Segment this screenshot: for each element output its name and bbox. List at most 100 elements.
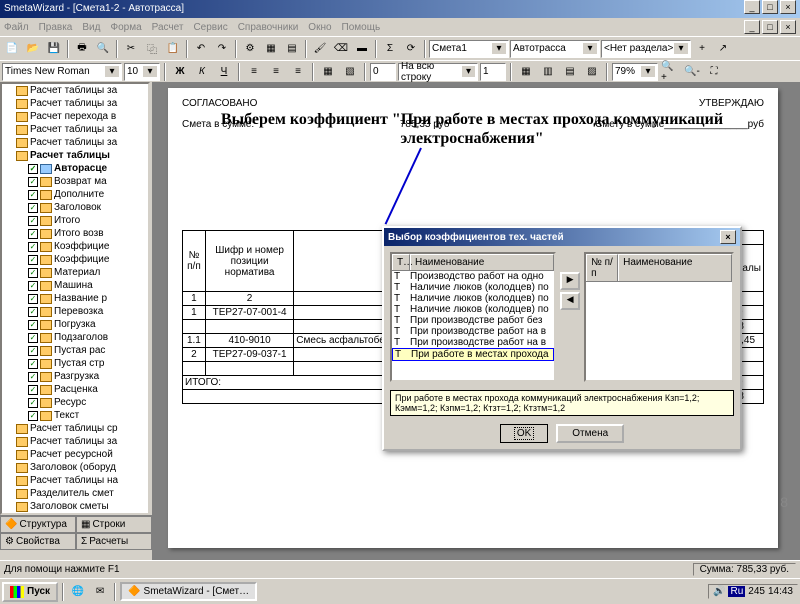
tree-item[interactable]: ✓Итого bbox=[2, 214, 148, 227]
add-icon[interactable]: + bbox=[692, 39, 712, 59]
tree-item[interactable]: ✓Пустая стр bbox=[2, 357, 148, 370]
tree-item[interactable]: ✓Пустая рас bbox=[2, 344, 148, 357]
menu-refs[interactable]: Справочники bbox=[238, 22, 299, 33]
menu-service[interactable]: Сервис bbox=[193, 22, 227, 33]
list-item[interactable]: ТНаличие люков (колодцев) по bbox=[392, 293, 554, 304]
menu-file[interactable]: Файл bbox=[4, 22, 29, 33]
paste-icon[interactable]: 📋 bbox=[163, 39, 183, 59]
menu-edit[interactable]: Правка bbox=[39, 22, 73, 33]
mdi-close-button[interactable]: × bbox=[780, 20, 796, 34]
zoom-combo[interactable]: 79%▾ bbox=[612, 63, 658, 81]
list-item[interactable]: ТПри производстве работ на в bbox=[392, 326, 554, 337]
new-icon[interactable]: 📄 bbox=[2, 39, 22, 59]
tree-item[interactable]: Расчет таблицы за bbox=[2, 435, 148, 448]
start-button[interactable]: Пуск bbox=[2, 582, 58, 602]
dialog-close-icon[interactable]: × bbox=[720, 230, 736, 244]
smeta-combo[interactable]: Смета1▾ bbox=[429, 40, 509, 58]
list-item[interactable]: ТНаличие люков (колодцев) по bbox=[392, 282, 554, 293]
tree-item[interactable]: ✓Коэффицие bbox=[2, 240, 148, 253]
list-item[interactable]: ТПри производстве работ на в bbox=[392, 337, 554, 348]
tray-clock[interactable]: 14:43 bbox=[768, 586, 793, 597]
tree-item[interactable]: Заголовок (оборуд bbox=[2, 461, 148, 474]
tab-calcs[interactable]: ΣРасчеты bbox=[76, 533, 152, 550]
menu-view[interactable]: Вид bbox=[82, 22, 100, 33]
zoom-in-icon[interactable]: 🔍+ bbox=[660, 62, 680, 82]
tree-item[interactable]: ✓Дополните bbox=[2, 188, 148, 201]
zoom-fit-icon[interactable]: ⛶ bbox=[704, 62, 724, 82]
maximize-button[interactable]: □ bbox=[762, 0, 778, 14]
tray-icon[interactable]: 🔊 bbox=[713, 586, 725, 597]
zoom-out-icon[interactable]: 🔍- bbox=[682, 62, 702, 82]
border2-icon[interactable]: ▧ bbox=[340, 62, 360, 82]
tree-item[interactable]: ✓Ресурс bbox=[2, 396, 148, 409]
list-item[interactable]: ТПри производстве работ без bbox=[392, 315, 554, 326]
underline-icon[interactable]: Ч bbox=[214, 62, 234, 82]
tab-structure[interactable]: 🔶Структура bbox=[0, 516, 76, 533]
highlight-icon[interactable]: ▬ bbox=[352, 39, 372, 59]
tree-item[interactable]: ✓Текст bbox=[2, 409, 148, 422]
menu-window[interactable]: Окно bbox=[308, 22, 331, 33]
eraser-icon[interactable]: ⌫ bbox=[331, 39, 351, 59]
menu-calc[interactable]: Расчет bbox=[152, 22, 184, 33]
grid4-icon[interactable]: ▨ bbox=[582, 62, 602, 82]
undo-icon[interactable]: ↶ bbox=[191, 39, 211, 59]
menu-help[interactable]: Помощь bbox=[342, 22, 381, 33]
cut-icon[interactable]: ✂ bbox=[121, 39, 141, 59]
redo-icon[interactable]: ↷ bbox=[212, 39, 232, 59]
grid1-icon[interactable]: ▦ bbox=[516, 62, 536, 82]
tree-panel[interactable]: Расчет таблицы заРасчет таблицы заРасчет… bbox=[0, 82, 150, 515]
tree-item[interactable]: Расчет таблицы на bbox=[2, 474, 148, 487]
print-icon[interactable]: 🖶 bbox=[72, 39, 92, 59]
tray-lang-icon[interactable]: Ru bbox=[728, 586, 745, 597]
italic-icon[interactable]: К bbox=[192, 62, 212, 82]
save-icon[interactable]: 💾 bbox=[44, 39, 64, 59]
tree-item[interactable]: Расчет ресурсной bbox=[2, 448, 148, 461]
fontsize-combo[interactable]: 10▾ bbox=[124, 63, 160, 81]
tree-item[interactable]: Расчет таблицы ср bbox=[2, 422, 148, 435]
line-scope-combo[interactable]: На всю строку▾ bbox=[398, 63, 478, 81]
tree-item[interactable]: ✓Разгрузка bbox=[2, 370, 148, 383]
tree-item[interactable]: ✓Машина bbox=[2, 279, 148, 292]
cancel-button[interactable]: Отмена bbox=[556, 424, 624, 443]
minimize-button[interactable]: _ bbox=[744, 0, 760, 14]
tree-item[interactable]: ✓Расценка bbox=[2, 383, 148, 396]
tree-item[interactable]: Расчет таблицы за bbox=[2, 84, 148, 97]
tree-item[interactable]: ✓Материал bbox=[2, 266, 148, 279]
tree-item[interactable]: Расчет таблицы bbox=[2, 149, 148, 162]
project-combo[interactable]: Автотрасса▾ bbox=[510, 40, 600, 58]
section-combo[interactable]: <Нет раздела>▾ bbox=[601, 40, 691, 58]
tool-icon[interactable]: ⚙ bbox=[240, 39, 260, 59]
border-icon[interactable]: ▦ bbox=[318, 62, 338, 82]
ok-button[interactable]: OK bbox=[500, 424, 548, 443]
open-icon[interactable]: 📂 bbox=[23, 39, 43, 59]
tree-item[interactable]: ✓Название р bbox=[2, 292, 148, 305]
tree-item[interactable]: ✓Заголовок bbox=[2, 201, 148, 214]
preview-icon[interactable]: 🔍 bbox=[93, 39, 113, 59]
document-area[interactable]: СОГЛАСОВАНО УТВЕРЖДАЮ Смета в сумме: 785… bbox=[152, 82, 800, 560]
tool3-icon[interactable]: ▤ bbox=[282, 39, 302, 59]
brush-icon[interactable]: 🖌 bbox=[310, 39, 330, 59]
grid3-icon[interactable]: ▤ bbox=[560, 62, 580, 82]
refresh-icon[interactable]: ⟳ bbox=[401, 39, 421, 59]
calc-icon[interactable]: Σ bbox=[380, 39, 400, 59]
align-right-icon[interactable]: ≡ bbox=[288, 62, 308, 82]
tree-item[interactable]: Заголовок сметы bbox=[2, 500, 148, 513]
grid2-icon[interactable]: ▥ bbox=[538, 62, 558, 82]
tree-item[interactable]: ✓Авторасце bbox=[2, 162, 148, 175]
mdi-minimize-button[interactable]: _ bbox=[744, 20, 760, 34]
target-listbox[interactable]: № п/п Наименование bbox=[584, 252, 734, 382]
tool2-icon[interactable]: ▦ bbox=[261, 39, 281, 59]
tree-item[interactable]: Расчет таблицы за bbox=[2, 136, 148, 149]
export-icon[interactable]: ↗ bbox=[713, 39, 733, 59]
align-center-icon[interactable]: ≡ bbox=[266, 62, 286, 82]
tree-item[interactable]: Расчет таблицы за bbox=[2, 123, 148, 136]
align-left-icon[interactable]: ≡ bbox=[244, 62, 264, 82]
tree-item[interactable]: ✓Коэффицие bbox=[2, 253, 148, 266]
quicklaunch-icon2[interactable]: ✉ bbox=[90, 582, 110, 602]
copy-icon[interactable]: ⿻ bbox=[142, 39, 162, 59]
tree-item[interactable]: Разделитель смет bbox=[2, 487, 148, 500]
menu-form[interactable]: Форма bbox=[110, 22, 141, 33]
tree-item[interactable]: ✓Перевозка bbox=[2, 305, 148, 318]
tree-item[interactable]: ✓Возврат ма bbox=[2, 175, 148, 188]
list-item[interactable]: ТПроизводство работ на одно bbox=[392, 271, 554, 282]
